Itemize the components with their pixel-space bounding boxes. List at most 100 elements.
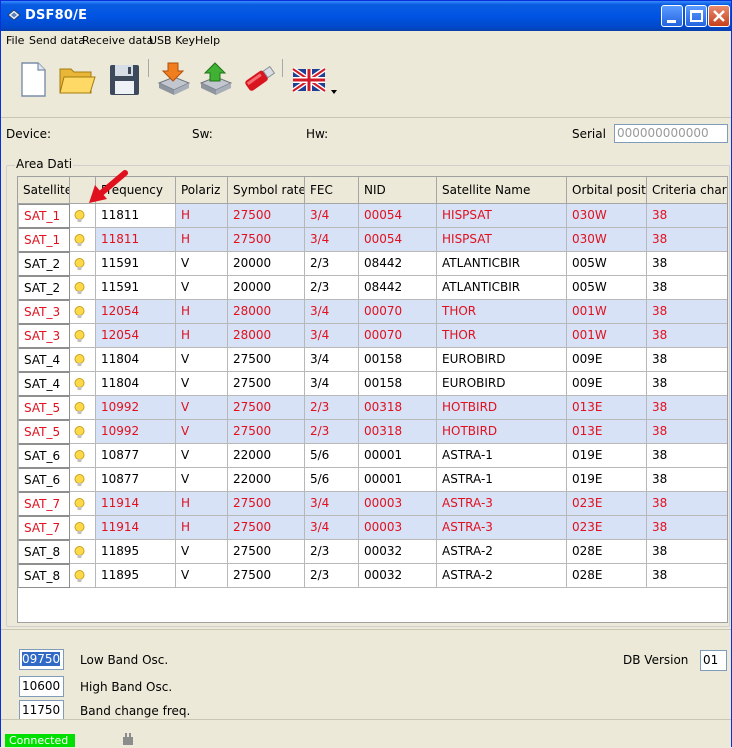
cell-frequency[interactable]: 10992 [96, 396, 176, 420]
cell-criteria-char[interactable]: 38 [647, 516, 727, 540]
db-version-field[interactable]: 01 [700, 650, 727, 671]
cell-fec[interactable]: 5/6 [305, 444, 359, 468]
cell-criteria-char[interactable]: 38 [647, 396, 727, 420]
cell-nid[interactable]: 00032 [359, 540, 437, 564]
cell-symbol-rate[interactable]: 27500 [228, 564, 305, 588]
cell-fec[interactable]: 3/4 [305, 348, 359, 372]
cell-nid[interactable]: 00001 [359, 468, 437, 492]
column-header-nid[interactable]: NID [359, 177, 437, 204]
cell-orbital-position[interactable]: 009E [567, 348, 647, 372]
cell-frequency[interactable]: 12054 [96, 300, 176, 324]
cell-satellite[interactable]: SAT_5 [18, 396, 70, 420]
save-button[interactable] [105, 59, 143, 99]
cell-satellite[interactable]: SAT_7 [18, 492, 70, 516]
cell-satellite[interactable]: SAT_4 [18, 372, 70, 396]
cell-satellite[interactable]: SAT_1 [18, 204, 70, 228]
cell-nid[interactable]: 00054 [359, 204, 437, 228]
cell-bulb[interactable] [70, 252, 96, 276]
cell-polarization[interactable]: V [176, 540, 228, 564]
new-file-button[interactable] [13, 59, 51, 99]
cell-satellite-name[interactable]: ASTRA-2 [437, 540, 567, 564]
column-header-symbol-rate[interactable]: Symbol rate [228, 177, 305, 204]
cell-criteria-char[interactable]: 38 [647, 204, 727, 228]
cell-nid[interactable]: 08442 [359, 252, 437, 276]
cell-nid[interactable]: 00318 [359, 396, 437, 420]
cell-satellite-name[interactable]: HISPSAT [437, 228, 567, 252]
cell-nid[interactable]: 00158 [359, 372, 437, 396]
cell-nid[interactable]: 00003 [359, 492, 437, 516]
cell-frequency[interactable]: 11895 [96, 564, 176, 588]
cell-symbol-rate[interactable]: 27500 [228, 372, 305, 396]
menu-usb-key[interactable]: USB Key [149, 34, 195, 47]
cell-polarization[interactable]: V [176, 564, 228, 588]
cell-satellite-name[interactable]: ASTRA-1 [437, 468, 567, 492]
cell-symbol-rate[interactable]: 27500 [228, 420, 305, 444]
cell-frequency[interactable]: 11804 [96, 348, 176, 372]
close-button[interactable] [708, 5, 730, 27]
cell-criteria-char[interactable]: 38 [647, 252, 727, 276]
cell-fec[interactable]: 3/4 [305, 324, 359, 348]
cell-bulb[interactable] [70, 228, 96, 252]
cell-symbol-rate[interactable]: 27500 [228, 540, 305, 564]
cell-criteria-char[interactable]: 38 [647, 420, 727, 444]
cell-orbital-position[interactable]: 030W [567, 228, 647, 252]
cell-polarization[interactable]: V [176, 396, 228, 420]
cell-fec[interactable]: 2/3 [305, 396, 359, 420]
cell-criteria-char[interactable]: 38 [647, 228, 727, 252]
cell-frequency[interactable]: 11914 [96, 492, 176, 516]
cell-polarization[interactable]: V [176, 276, 228, 300]
cell-nid[interactable]: 00070 [359, 300, 437, 324]
cell-polarization[interactable]: H [176, 300, 228, 324]
cell-symbol-rate[interactable]: 27500 [228, 492, 305, 516]
menu-file[interactable]: File [6, 34, 24, 47]
cell-fec[interactable]: 2/3 [305, 564, 359, 588]
cell-orbital-position[interactable]: 013E [567, 420, 647, 444]
cell-satellite[interactable]: SAT_8 [18, 540, 70, 564]
cell-symbol-rate[interactable]: 27500 [228, 228, 305, 252]
cell-satellite-name[interactable]: ATLANTICBIR [437, 276, 567, 300]
cell-bulb[interactable] [70, 348, 96, 372]
cell-satellite-name[interactable]: HOTBIRD [437, 396, 567, 420]
cell-satellite[interactable]: SAT_5 [18, 420, 70, 444]
cell-polarization[interactable]: V [176, 468, 228, 492]
cell-orbital-position[interactable]: 023E [567, 492, 647, 516]
cell-symbol-rate[interactable]: 22000 [228, 468, 305, 492]
cell-satellite[interactable]: SAT_4 [18, 348, 70, 372]
cell-frequency[interactable]: 11591 [96, 276, 176, 300]
cell-frequency[interactable]: 11804 [96, 372, 176, 396]
cell-symbol-rate[interactable]: 27500 [228, 396, 305, 420]
cell-nid[interactable]: 00003 [359, 516, 437, 540]
cell-frequency[interactable]: 12054 [96, 324, 176, 348]
cell-orbital-position[interactable]: 028E [567, 564, 647, 588]
cell-satellite[interactable]: SAT_3 [18, 324, 70, 348]
cell-nid[interactable]: 08442 [359, 276, 437, 300]
column-header-satellite-name[interactable]: Satellite Name [437, 177, 567, 204]
send-data-button[interactable] [155, 59, 193, 99]
table-row[interactable]: SAT_2 11591 V 20000 2/3 08442 ATLANTICBIR 005W 3… [18, 252, 727, 276]
cell-nid[interactable]: 00158 [359, 348, 437, 372]
cell-nid[interactable]: 00032 [359, 564, 437, 588]
cell-orbital-position[interactable]: 001W [567, 300, 647, 324]
open-folder-button[interactable] [57, 59, 96, 99]
column-header-frequency[interactable]: Frequency [96, 177, 176, 204]
cell-satellite-name[interactable]: EUROBIRD [437, 348, 567, 372]
cell-satellite-name[interactable]: EUROBIRD [437, 372, 567, 396]
cell-bulb[interactable] [70, 276, 96, 300]
cell-bulb[interactable] [70, 444, 96, 468]
cell-satellite[interactable]: SAT_7 [18, 516, 70, 540]
table-row[interactable]: SAT_1 11811 H 27500 3/4 00054 HISPSAT 030W 38 [18, 204, 727, 228]
cell-satellite-name[interactable]: THOR [437, 324, 567, 348]
cell-bulb[interactable] [70, 204, 96, 228]
cell-fec[interactable]: 3/4 [305, 228, 359, 252]
low-band-osc-field[interactable]: 09750 [19, 649, 64, 670]
cell-orbital-position[interactable]: 009E [567, 372, 647, 396]
cell-fec[interactable]: 3/4 [305, 492, 359, 516]
cell-criteria-char[interactable]: 38 [647, 324, 727, 348]
cell-polarization[interactable]: V [176, 372, 228, 396]
band-change-freq-field[interactable]: 11750 [19, 700, 64, 721]
cell-polarization[interactable]: V [176, 444, 228, 468]
cell-satellite-name[interactable]: ASTRA-1 [437, 444, 567, 468]
cell-criteria-char[interactable]: 38 [647, 276, 727, 300]
cell-fec[interactable]: 3/4 [305, 372, 359, 396]
cell-polarization[interactable]: H [176, 516, 228, 540]
